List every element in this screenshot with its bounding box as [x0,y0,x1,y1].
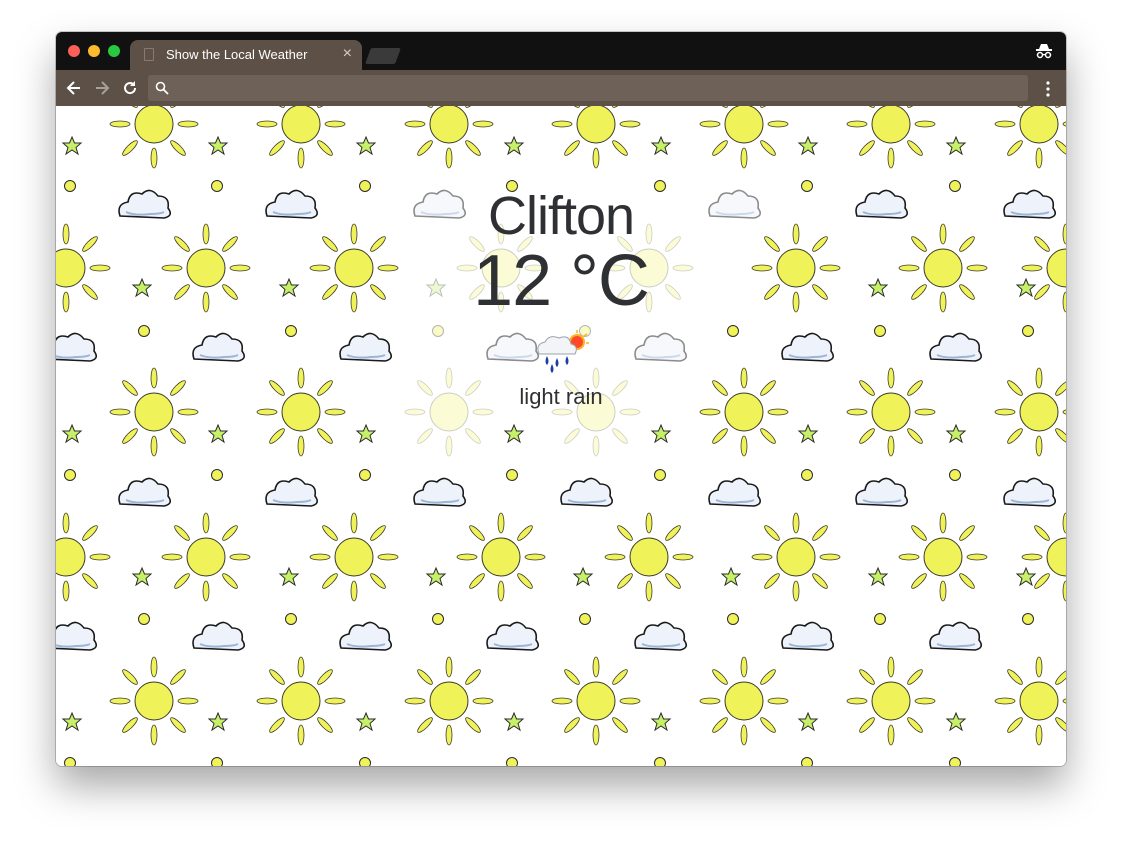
tab-close-button[interactable]: × [343,45,352,63]
pattern-row-4 [56,512,1066,651]
browser-toolbar [56,70,1066,106]
forward-icon[interactable] [92,78,112,98]
city-name: Clifton [487,186,635,246]
browser-window: Show the Local Weather × Clifton 12 °C l… [56,32,1066,766]
search-icon [155,81,169,95]
incognito-icon[interactable] [1034,41,1054,61]
tab-title: Show the Local Weather [166,47,308,62]
back-icon[interactable] [64,78,84,98]
page-content: Clifton 12 °C light rain [56,106,1066,766]
reload-icon[interactable] [120,78,140,98]
weather-condition: light rain [519,384,603,409]
title-bar: Show the Local Weather × [56,32,1066,70]
window-close-button[interactable] [68,45,80,57]
new-tab-button[interactable] [365,48,401,64]
window-minimize-button[interactable] [88,45,100,57]
window-maximize-button[interactable] [108,45,120,57]
address-bar[interactable] [148,75,1028,101]
menu-icon[interactable] [1038,79,1058,99]
light-rain-sun-icon [537,330,589,373]
temperature: 12 °C [473,241,650,321]
page-icon [144,48,154,61]
browser-tab[interactable]: Show the Local Weather × [130,40,362,70]
pattern-row-5 [62,656,1066,766]
weather-panel: Clifton 12 °C light rain [56,186,1066,410]
